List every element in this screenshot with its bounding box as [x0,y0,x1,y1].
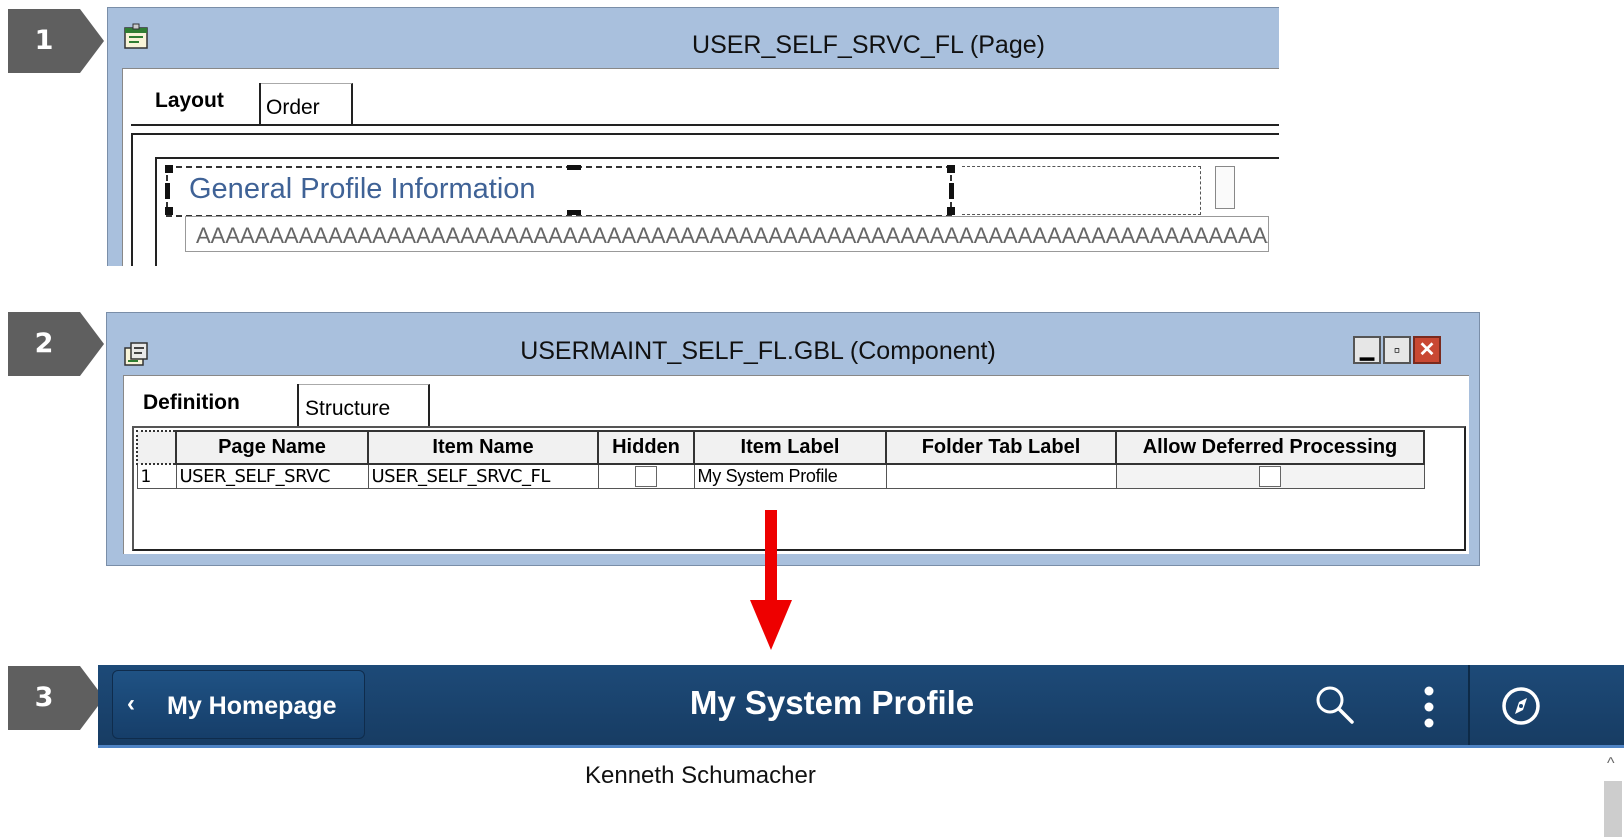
column-header-hidden[interactable]: Hidden [597,430,695,465]
group-box-label[interactable]: General Profile Information [189,173,536,206]
close-icon: ✕ [1418,339,1436,361]
close-button[interactable]: ✕ [1413,336,1441,364]
table-row[interactable]: 1 USER_SELF_SRVC USER_SELF_SRVC_FL My Sy… [136,463,1425,489]
selection-handle[interactable] [165,165,173,173]
step-badge-1: 1 [8,9,104,73]
cell-item-name[interactable]: USER_SELF_SRVC_FL [367,463,599,489]
page-field-stub[interactable] [1215,166,1235,209]
page-definition-window: USER_SELF_SRVC_FL (Page) Layout Order Ge… [107,7,1279,266]
vertical-scrollbar[interactable]: ^ [1602,751,1624,837]
nav-divider [1468,665,1470,745]
scroll-up-icon[interactable]: ^ [1607,755,1615,773]
selection-handle[interactable] [949,183,954,199]
selection-handle[interactable] [567,165,581,170]
component-definition-window: USERMAINT_SELF_FL.GBL (Component) ▁ ▫ ✕ … [106,312,1480,566]
cell-folder-tab-label[interactable] [885,463,1117,489]
group-box-extension [962,166,1201,215]
tab-structure[interactable]: Structure [305,397,390,421]
fluid-page: ‹ My Homepage My System Profile Kenneth … [98,665,1624,837]
maximize-button[interactable]: ▫ [1383,336,1411,364]
maximize-icon: ▫ [1393,340,1401,360]
component-editor-pane: Definition Structure Page Name Item Name… [123,375,1469,554]
minimize-icon: ▁ [1360,340,1374,360]
tab-order[interactable]: Order [266,96,320,120]
actions-menu-icon[interactable] [1422,685,1436,729]
column-header-item-label[interactable]: Item Label [693,430,887,465]
tab-definition[interactable]: Definition [143,391,240,415]
step-badge-2: 2 [8,312,104,376]
component-items-grid: Page Name Item Name Hidden Item Label Fo… [132,426,1466,551]
cell-hidden[interactable] [597,463,695,489]
cell-item-label[interactable]: My System Profile [693,463,887,489]
page-edit-field[interactable]: AAAAAAAAAAAAAAAAAAAAAAAAAAAAAAAAAAAAAAAA… [185,216,1269,252]
selection-handle[interactable] [947,207,955,215]
user-name: Kenneth Schumacher [585,762,816,789]
column-header-item-name[interactable]: Item Name [367,430,599,465]
window-title: USERMAINT_SELF_FL.GBL (Component) [520,337,996,365]
minimize-button[interactable]: ▁ [1353,336,1381,364]
tab-layout[interactable]: Layout [155,89,224,113]
cell-page-name[interactable]: USER_SELF_SRVC [175,463,369,489]
component-items-table: Page Name Item Name Hidden Item Label Fo… [136,430,1425,489]
column-header-folder-tab-label[interactable]: Folder Tab Label [885,430,1117,465]
red-down-arrow-icon [750,510,792,650]
step-badge-3: 3 [8,666,104,730]
row-selector-header[interactable] [136,430,177,465]
window-title: USER_SELF_SRVC_FL (Page) [692,31,1045,59]
page-editor-pane: Layout Order General Profile Information… [122,68,1279,266]
selection-handle[interactable] [165,183,170,199]
hidden-checkbox[interactable] [635,466,657,488]
column-header-page-name[interactable]: Page Name [175,430,369,465]
column-header-allow-deferred[interactable]: Allow Deferred Processing [1115,430,1425,465]
allow-deferred-checkbox[interactable] [1259,466,1281,488]
tab-bar-line [131,124,1279,126]
fluid-banner: ‹ My Homepage My System Profile [98,665,1624,748]
scroll-thumb[interactable] [1604,781,1622,837]
selection-handle[interactable] [165,207,173,215]
navbar-compass-icon[interactable] [1500,685,1542,727]
selection-handle[interactable] [567,210,581,215]
row-number: 1 [136,463,177,489]
selection-handle[interactable] [947,165,955,173]
search-icon[interactable] [1313,683,1355,725]
table-header-row: Page Name Item Name Hidden Item Label Fo… [136,430,1425,465]
cell-allow-deferred[interactable] [1115,463,1425,489]
